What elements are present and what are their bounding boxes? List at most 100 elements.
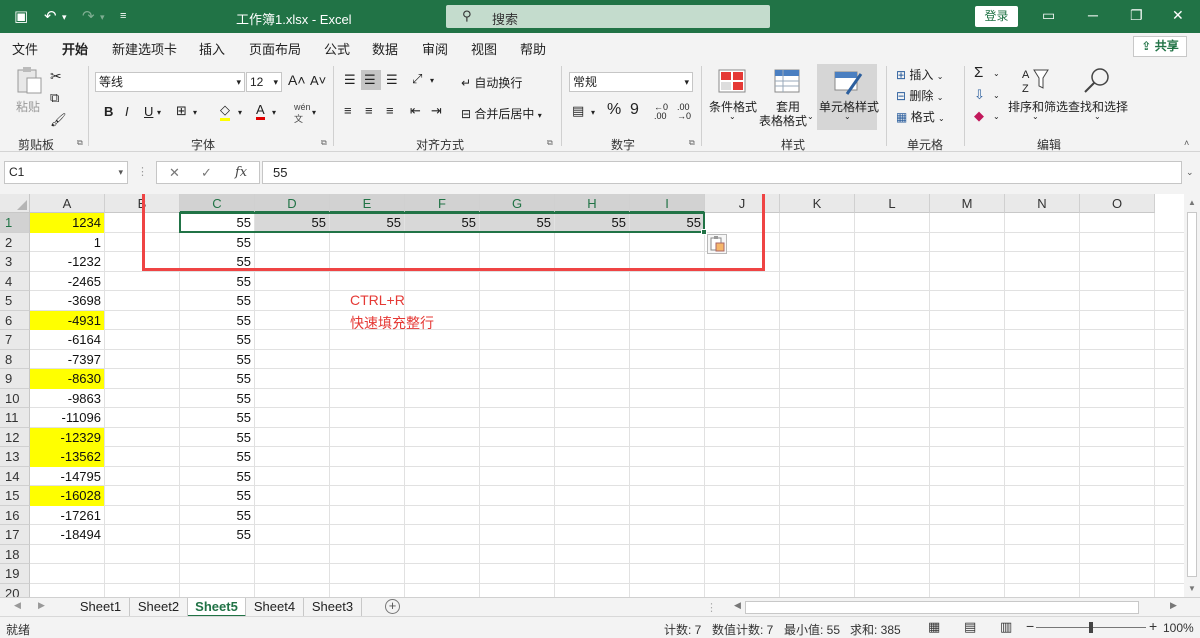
cell-c15[interactable]: 55 xyxy=(180,486,254,506)
enter-icon[interactable]: ✓ xyxy=(201,165,212,181)
ribbon-display-icon[interactable]: ▭ xyxy=(1042,7,1055,24)
format-as-table-dropdown-icon[interactable]: ⌄ xyxy=(807,112,814,121)
delete-cells-button[interactable]: ⊟ 删除 ⌄ xyxy=(896,87,943,104)
accounting-dropdown-icon[interactable]: ▾ xyxy=(591,108,595,117)
cell-c12[interactable]: 55 xyxy=(180,428,254,448)
decrease-decimal-icon[interactable]: .00 →0 xyxy=(677,103,691,121)
comma-style-button[interactable]: 9 xyxy=(630,101,639,119)
sort-filter-icon[interactable]: A Z xyxy=(1020,66,1050,94)
font-color-icon[interactable]: A xyxy=(256,102,265,120)
scroll-up-icon[interactable]: ▲ xyxy=(1188,198,1196,207)
sheet-tab-sheet2[interactable]: Sheet2 xyxy=(130,598,188,617)
insert-cells-button[interactable]: ⊞ 插入 ⌄ xyxy=(896,66,943,83)
collapse-ribbon-icon[interactable]: ˄ xyxy=(1184,138,1189,148)
restore-icon[interactable]: ❐ xyxy=(1130,7,1143,24)
sheet-tab-sheet4[interactable]: Sheet4 xyxy=(246,598,304,617)
phonetic-dropdown-icon[interactable]: ▾ xyxy=(312,108,316,117)
increase-indent-icon[interactable]: ⇥ xyxy=(431,103,442,119)
cell-c13[interactable]: 55 xyxy=(180,447,254,467)
cell-a14[interactable]: -14795 xyxy=(30,467,104,487)
cell-a2[interactable]: 1 xyxy=(30,233,104,253)
login-button[interactable]: 登录 xyxy=(975,6,1018,27)
formula-input[interactable]: 55 xyxy=(262,161,1182,184)
number-launcher-icon[interactable]: ⧉ xyxy=(689,138,695,148)
search-box[interactable]: ⚲ 搜索 xyxy=(446,5,770,28)
row-header-12[interactable]: 12 xyxy=(0,427,30,447)
tab-review[interactable]: 审阅 xyxy=(422,39,448,58)
fill-dropdown-icon[interactable]: ⌄ xyxy=(993,91,1000,100)
autosum-icon[interactable]: Σ xyxy=(974,64,983,81)
select-all-button[interactable] xyxy=(0,194,30,213)
fill-color-dropdown-icon[interactable]: ▾ xyxy=(238,108,242,117)
undo-icon[interactable]: ↶ xyxy=(44,7,57,25)
underline-button[interactable]: U xyxy=(144,104,153,119)
tab-new[interactable]: 新建选项卡 xyxy=(112,39,177,58)
increase-font-icon[interactable]: A˄ xyxy=(288,72,306,88)
zoom-out-icon[interactable]: − xyxy=(1026,618,1034,634)
cell-a8[interactable]: -7397 xyxy=(30,350,104,370)
cell-a17[interactable]: -18494 xyxy=(30,525,104,545)
format-as-table-icon[interactable] xyxy=(773,68,803,96)
page-layout-view-icon[interactable]: ▤ xyxy=(964,619,976,635)
tab-data[interactable]: 数据 xyxy=(372,39,398,58)
cut-icon[interactable]: ✂ xyxy=(50,68,62,85)
tab-home[interactable]: 开始 xyxy=(62,39,89,63)
tabbar-splitter-icon[interactable]: ⋮ xyxy=(706,601,717,614)
scroll-left-icon[interactable]: ◀ xyxy=(734,600,741,611)
find-select-icon[interactable] xyxy=(1082,66,1112,94)
percent-button[interactable]: % xyxy=(607,101,621,119)
column-header-a[interactable]: A xyxy=(30,194,105,213)
cell-a4[interactable]: -2465 xyxy=(30,272,104,292)
cell-c9[interactable]: 55 xyxy=(180,369,254,389)
cell-a11[interactable]: -11096 xyxy=(30,408,104,428)
cell-c8[interactable]: 55 xyxy=(180,350,254,370)
font-name-select[interactable]: 等线 ▾ xyxy=(95,72,245,92)
autosum-dropdown-icon[interactable]: ⌄ xyxy=(993,69,1000,78)
row-header-15[interactable]: 15 xyxy=(0,486,30,506)
vertical-scrollbar[interactable]: ▲ ▼ xyxy=(1184,194,1200,597)
cell-c7[interactable]: 55 xyxy=(180,330,254,350)
fill-icon[interactable]: ⇩ xyxy=(974,87,985,103)
cell-a16[interactable]: -17261 xyxy=(30,506,104,526)
cell-c17[interactable]: 55 xyxy=(180,525,254,545)
add-sheet-button[interactable]: + xyxy=(385,599,400,614)
wrap-text-button[interactable]: ↵ 自动换行 xyxy=(461,74,522,91)
expand-formula-bar-icon[interactable]: ⌄ xyxy=(1186,167,1194,178)
customize-toolbar-icon[interactable]: ≡ xyxy=(120,10,126,22)
align-top-icon[interactable]: ☰ xyxy=(344,72,356,88)
tab-view[interactable]: 视图 xyxy=(471,39,497,58)
zoom-level[interactable]: 100% xyxy=(1163,621,1194,635)
align-center-icon[interactable]: ≡ xyxy=(365,103,373,118)
redo-icon[interactable]: ↷ xyxy=(82,7,95,25)
vertical-scroll-thumb[interactable] xyxy=(1187,212,1197,577)
clear-dropdown-icon[interactable]: ⌄ xyxy=(993,112,1000,121)
cell-c10[interactable]: 55 xyxy=(180,389,254,409)
row-header-14[interactable]: 14 xyxy=(0,466,30,486)
increase-decimal-icon[interactable]: ←0.00 xyxy=(654,103,668,121)
cell-a13[interactable]: -13562 xyxy=(30,447,104,467)
column-header-k[interactable]: K xyxy=(780,194,855,213)
number-format-select[interactable]: 常规 ▾ xyxy=(569,72,693,92)
row-header-3[interactable]: 3 xyxy=(0,252,30,272)
cell-c16[interactable]: 55 xyxy=(180,506,254,526)
minimize-icon[interactable]: ─ xyxy=(1088,7,1098,23)
cell-c11[interactable]: 55 xyxy=(180,408,254,428)
tab-formulas[interactable]: 公式 xyxy=(324,39,350,58)
borders-dropdown-icon[interactable]: ▾ xyxy=(193,108,197,117)
cell-c6[interactable]: 55 xyxy=(180,311,254,331)
column-header-l[interactable]: L xyxy=(855,194,930,213)
row-header-4[interactable]: 4 xyxy=(0,271,30,291)
row-header-10[interactable]: 10 xyxy=(0,388,30,408)
font-color-dropdown-icon[interactable]: ▾ xyxy=(272,108,276,117)
decrease-indent-icon[interactable]: ⇤ xyxy=(410,103,421,119)
cell-c5[interactable]: 55 xyxy=(180,291,254,311)
tab-page-layout[interactable]: 页面布局 xyxy=(249,39,301,58)
insert-function-button[interactable]: fx xyxy=(235,165,247,180)
cell-a12[interactable]: -12329 xyxy=(30,427,104,447)
bold-button[interactable]: B xyxy=(104,104,113,119)
decrease-font-icon[interactable]: A˅ xyxy=(310,73,326,88)
cell-a15[interactable]: -16028 xyxy=(30,486,104,506)
conditional-format-icon[interactable] xyxy=(717,68,747,96)
horizontal-scrollbar[interactable] xyxy=(745,601,1139,614)
sheet-tab-sheet3[interactable]: Sheet3 xyxy=(304,598,362,617)
